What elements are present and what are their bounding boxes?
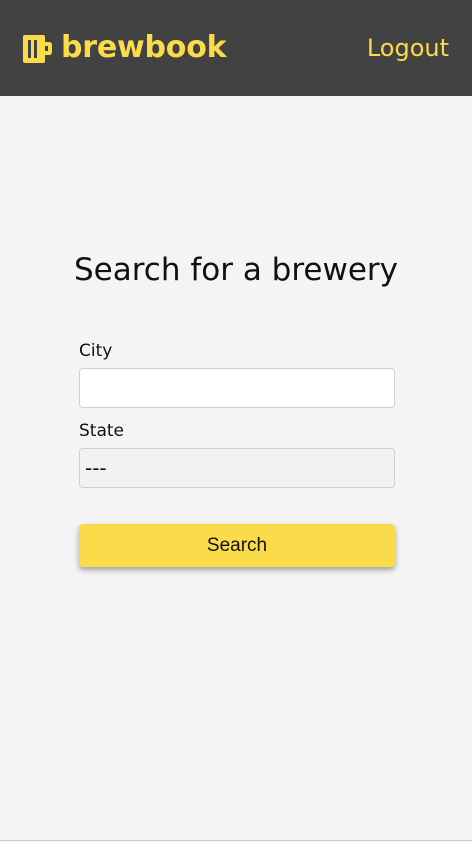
state-select[interactable]: ---: [79, 448, 395, 488]
state-label: State: [79, 421, 124, 441]
beer-mug-icon: [23, 35, 52, 63]
city-input[interactable]: [79, 368, 395, 408]
state-select-value: ---: [85, 456, 107, 480]
page-title: Search for a brewery: [73, 252, 399, 288]
navbar: brewbook Logout: [0, 0, 472, 96]
brand-name: brewbook: [61, 30, 227, 65]
brand-logo[interactable]: brewbook: [23, 30, 227, 66]
logout-link[interactable]: Logout: [367, 32, 449, 64]
search-button[interactable]: Search: [79, 524, 395, 567]
page: brewbook Logout Search for a brewery Cit…: [0, 0, 472, 842]
search-form: City State --- Search: [79, 340, 395, 567]
city-label: City: [79, 341, 113, 361]
bottom-divider: [0, 840, 472, 841]
